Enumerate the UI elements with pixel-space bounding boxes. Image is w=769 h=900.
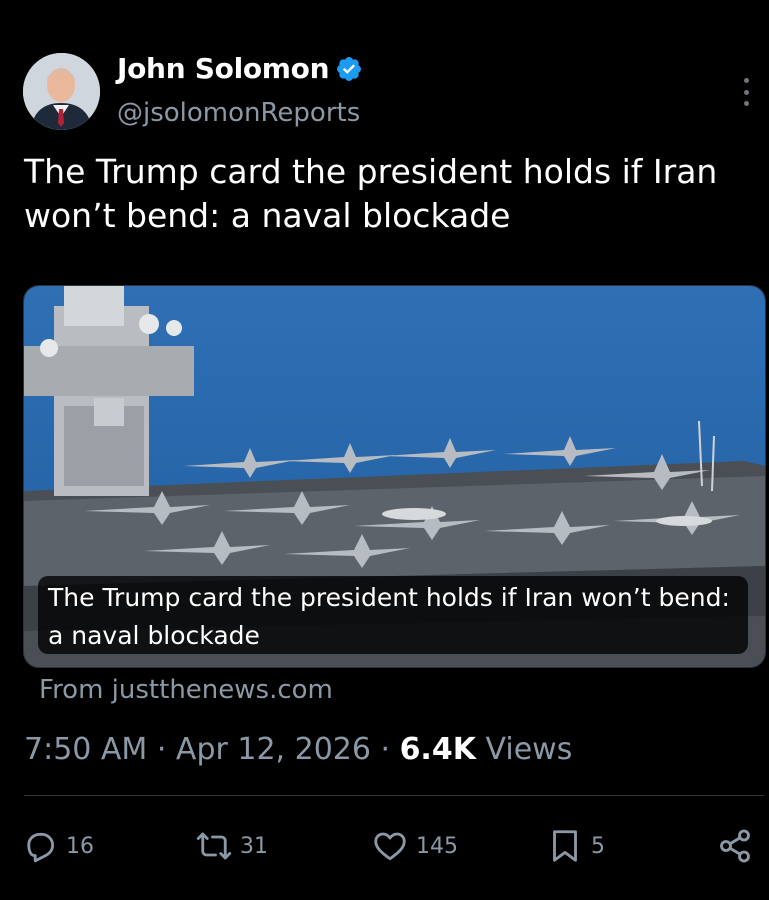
views-label: Views [475, 732, 573, 767]
tweet-date[interactable]: Apr 12, 2026 [176, 732, 371, 767]
repost-button[interactable]: 31 [196, 828, 268, 864]
reply-count: 16 [66, 833, 94, 859]
meta-separator: · [147, 732, 176, 767]
card-source[interactable]: From justthenews.com [39, 675, 333, 705]
author-row: John Solomon [117, 52, 363, 85]
card-headline: The Trump card the president holds if Ir… [38, 576, 748, 654]
views-count[interactable]: 6.4K [400, 732, 476, 767]
action-bar: 16 31 145 5 [0, 828, 769, 872]
bookmark-button[interactable]: 5 [547, 828, 605, 864]
tweet-meta: 7:50 AM · Apr 12, 2026 · 6.4K Views [24, 732, 572, 767]
meta-separator: · [370, 732, 400, 767]
repost-icon [196, 832, 232, 860]
repost-count: 31 [240, 833, 268, 859]
verified-badge-icon [337, 56, 362, 81]
like-count: 145 [416, 833, 458, 859]
avatar-image [23, 53, 100, 130]
tweet-text: The Trump card the president holds if Ir… [24, 152, 718, 235]
more-options-icon[interactable] [736, 78, 756, 106]
author-name[interactable]: John Solomon [117, 52, 330, 85]
bookmark-count: 5 [591, 833, 605, 859]
reply-icon [27, 832, 55, 863]
share-icon [720, 829, 750, 863]
like-icon [374, 832, 406, 861]
bookmark-icon [553, 830, 577, 862]
link-card[interactable]: The Trump card the president holds if Ir… [23, 285, 766, 668]
tweet-time[interactable]: 7:50 AM [24, 732, 147, 767]
reply-button[interactable]: 16 [22, 828, 94, 864]
share-button[interactable] [717, 828, 753, 864]
like-button[interactable]: 145 [372, 828, 458, 864]
avatar[interactable] [23, 53, 100, 130]
divider [24, 795, 764, 796]
author-handle[interactable]: @jsolomonReports [117, 98, 360, 128]
